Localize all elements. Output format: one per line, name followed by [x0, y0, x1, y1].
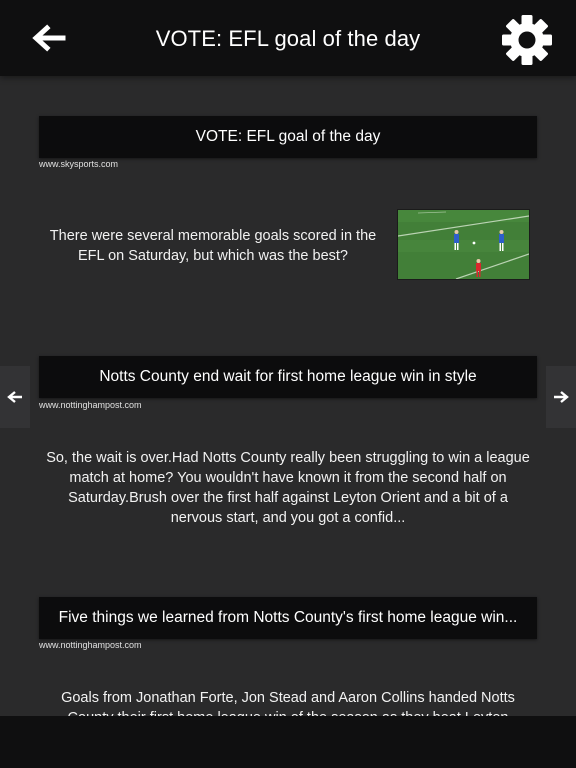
article-list: VOTE: EFL goal of the day www.skysports.…: [0, 76, 576, 716]
right-arrow-icon: [554, 391, 569, 403]
article-source[interactable]: www.nottinghampost.com: [39, 640, 142, 650]
football-pitch-image: [398, 210, 529, 279]
article-headline-text: Five things we learned from Notts County…: [58, 609, 518, 626]
settings-button[interactable]: [500, 13, 554, 67]
article-summary[interactable]: Goals from Jonathan Forte, Jon Stead and…: [40, 688, 536, 716]
next-article-button[interactable]: [546, 366, 576, 428]
article-headline[interactable]: Five things we learned from Notts County…: [39, 597, 537, 639]
article-headline[interactable]: Notts County end wait for first home lea…: [39, 356, 537, 398]
article-source[interactable]: www.nottinghampost.com: [39, 400, 142, 410]
left-arrow-icon: [7, 391, 22, 403]
bottom-bar: [0, 716, 576, 768]
article-thumbnail[interactable]: [397, 209, 530, 280]
article-headline-text: Notts County end wait for first home lea…: [99, 368, 477, 385]
article-headline[interactable]: VOTE: EFL goal of the day: [39, 116, 537, 158]
page-title: VOTE: EFL goal of the day: [155, 26, 421, 51]
article-summary[interactable]: There were several memorable goals score…: [38, 226, 388, 266]
article-summary[interactable]: So, the wait is over.Had Notts County re…: [45, 448, 531, 528]
article-source[interactable]: www.skysports.com: [39, 159, 118, 169]
gear-icon: [502, 15, 552, 65]
article-headline-text: VOTE: EFL goal of the day: [195, 128, 381, 145]
top-bar: VOTE: EFL goal of the day: [0, 0, 576, 76]
previous-article-button[interactable]: [0, 366, 30, 428]
